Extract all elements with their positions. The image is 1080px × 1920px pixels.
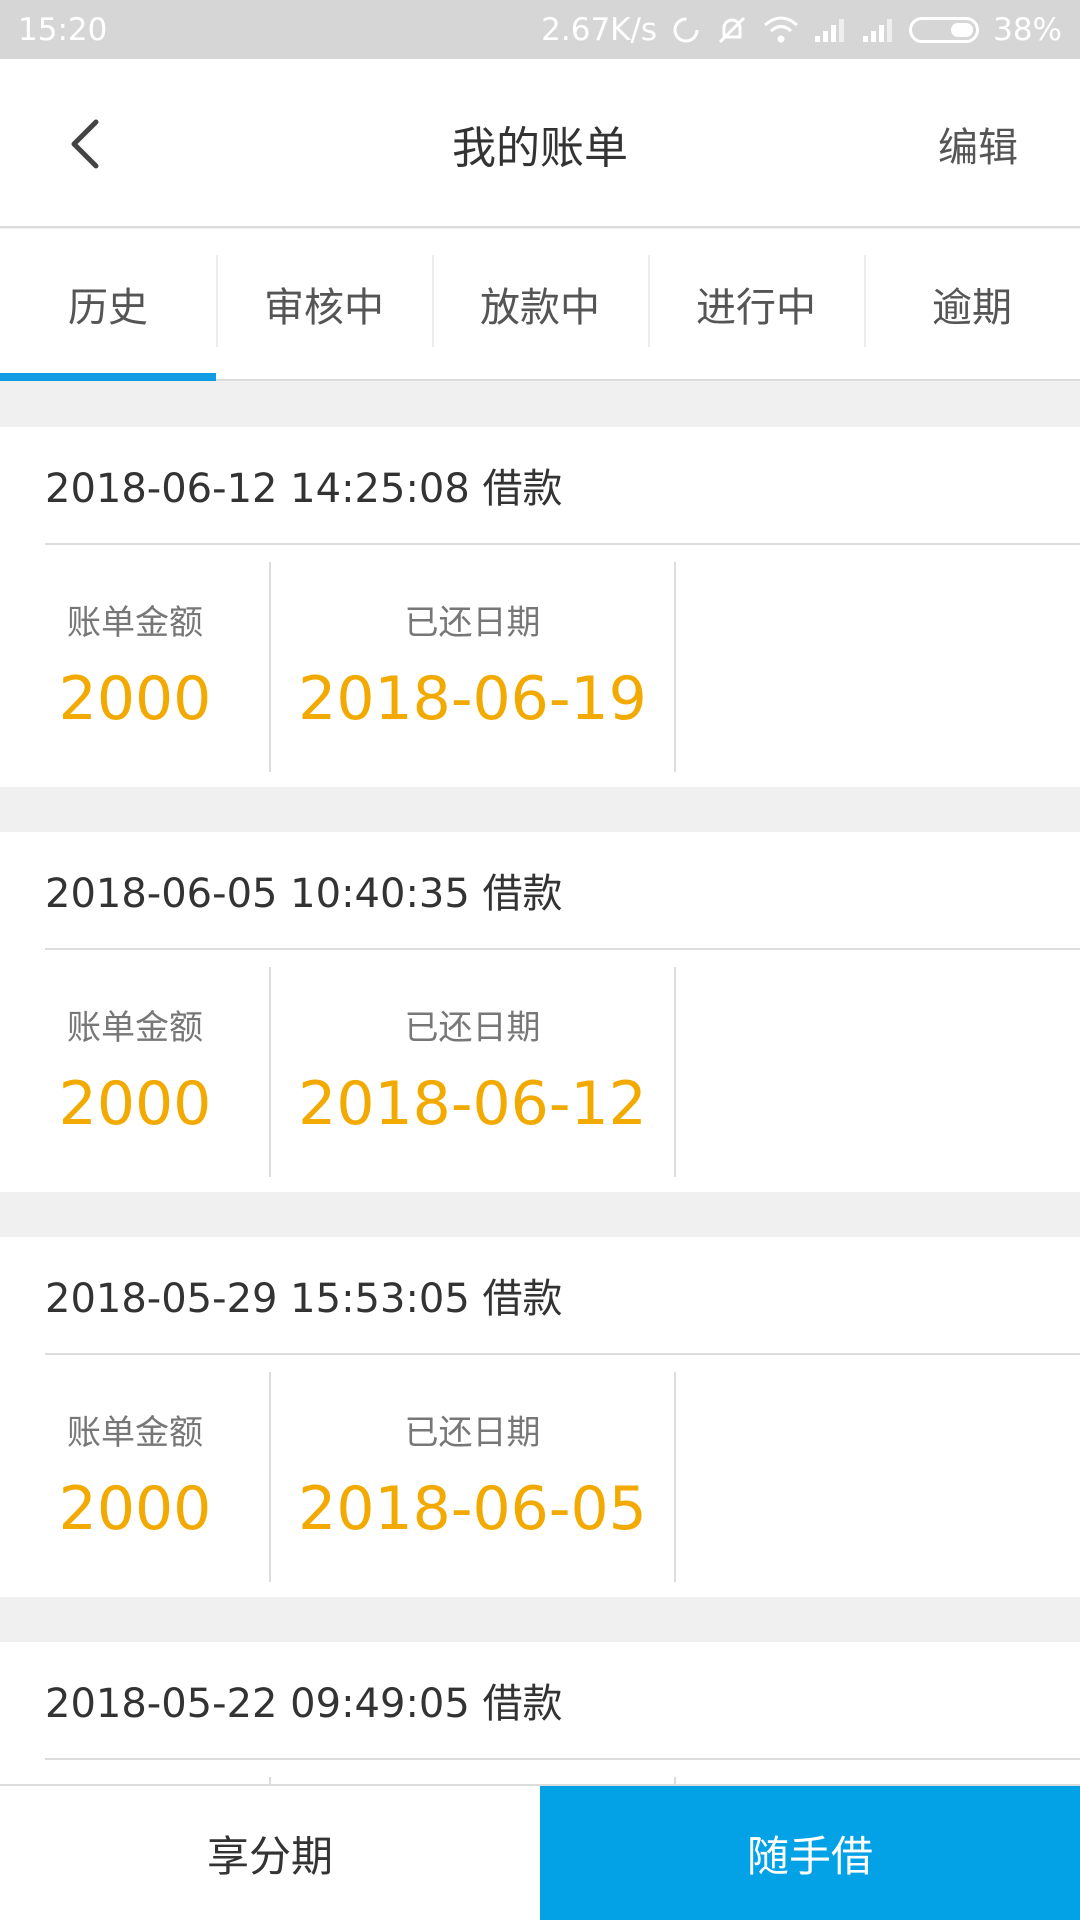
signal-icon: [813, 16, 847, 44]
battery-percent: 38%: [993, 11, 1062, 48]
column-divider: [674, 967, 676, 1177]
bill-datetime: 2018-06-05 10:40:35 借款: [45, 832, 1080, 950]
bottom-bar: 享分期 随手借: [0, 1784, 1080, 1920]
battery-icon: [909, 16, 980, 43]
bill-amount-label: 账单金额: [67, 1413, 203, 1453]
bill-card[interactable]: 2018-05-29 15:53:05 借款 账单金额 2000 已还日期 20…: [0, 1237, 1080, 1597]
screen: 15:20 2.67K/s 38% 我的账单 编辑 历史 审核中 放款中 进行中…: [0, 0, 1080, 1920]
column-divider: [674, 562, 676, 772]
status-icons: 2.67K/s 38%: [541, 12, 1062, 48]
page-title: 我的账单: [452, 122, 628, 174]
bill-card[interactable]: 2018-06-12 14:25:08 借款 账单金额 2000 已还日期 20…: [0, 427, 1080, 787]
bill-date-value: 2018-06-05: [298, 1474, 647, 1544]
bill-amount-label: 账单金额: [67, 603, 203, 643]
tab-disbursing[interactable]: 放款中: [432, 229, 648, 379]
header: 我的账单 编辑: [0, 59, 1080, 228]
bill-amount-label: 账单金额: [67, 1008, 203, 1048]
bill-amount-value: 2000: [58, 664, 212, 734]
bill-datetime: 2018-06-12 14:25:08 借款: [45, 427, 1080, 545]
back-button[interactable]: [58, 114, 118, 174]
bill-amount-value: 2000: [58, 1474, 212, 1544]
bill-date-column: 已还日期 2018-06-05: [270, 1367, 675, 1577]
bill-date-label: 已还日期: [404, 1413, 541, 1453]
wifi-icon: [763, 15, 799, 45]
sync-icon: [671, 15, 701, 45]
tab-in-progress[interactable]: 进行中: [648, 229, 864, 379]
tab-overdue[interactable]: 逾期: [864, 229, 1080, 379]
bill-datetime: 2018-05-22 09:49:05 借款: [45, 1642, 1080, 1760]
bill-date-label: 已还日期: [404, 1008, 541, 1048]
network-speed: 2.67K/s: [541, 11, 658, 48]
edit-button[interactable]: 编辑: [938, 59, 1018, 228]
column-divider: [674, 1372, 676, 1582]
bill-date-label: 已还日期: [404, 603, 541, 643]
status-time: 15:20: [18, 11, 108, 48]
status-bar: 15:20 2.67K/s 38%: [0, 0, 1080, 59]
bill-date-value: 2018-06-12: [298, 1069, 647, 1139]
chevron-left-icon: [71, 119, 99, 169]
quick-loan-button[interactable]: 随手借: [540, 1786, 1080, 1920]
tab-reviewing[interactable]: 审核中: [216, 229, 432, 379]
installment-button[interactable]: 享分期: [0, 1786, 540, 1920]
bill-amount-column: 账单金额 2000: [0, 557, 270, 767]
bill-date-column: 已还日期 2018-06-12: [270, 962, 675, 1172]
tab-bar: 历史 审核中 放款中 进行中 逾期: [0, 229, 1080, 381]
mute-icon: [715, 13, 749, 47]
bill-datetime: 2018-05-29 15:53:05 借款: [45, 1237, 1080, 1355]
bill-card[interactable]: 2018-06-05 10:40:35 借款 账单金额 2000 已还日期 20…: [0, 832, 1080, 1192]
bill-amount-column: 账单金额 2000: [0, 962, 270, 1172]
tab-history[interactable]: 历史: [0, 229, 216, 381]
bill-date-value: 2018-06-19: [298, 664, 647, 734]
bill-amount-value: 2000: [58, 1069, 212, 1139]
bill-date-column: 已还日期 2018-06-19: [270, 557, 675, 767]
bill-amount-column: 账单金额 2000: [0, 1367, 270, 1577]
signal-icon: [861, 16, 895, 44]
